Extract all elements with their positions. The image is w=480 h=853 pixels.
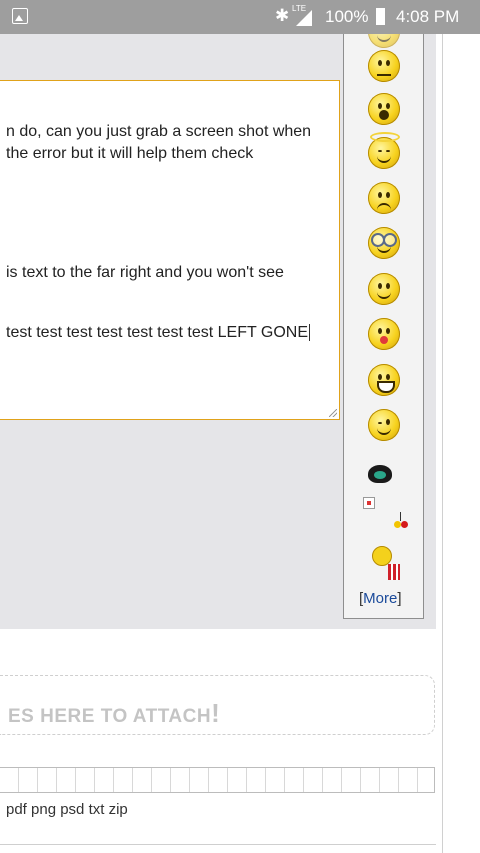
resize-handle[interactable] [329, 409, 337, 417]
dropzone-label: ES HERE TO ATTACH! [8, 698, 220, 729]
dropzone-text: ES HERE TO ATTACH [8, 706, 212, 727]
popcorn-icon[interactable] [372, 546, 402, 580]
message-textarea[interactable]: n do, can you just grab a screen shot wh… [0, 80, 340, 420]
allowed-file-types: pdf png psd txt zip [6, 801, 128, 818]
gallery-notification-icon [12, 8, 28, 24]
kiss-icon[interactable] [368, 318, 400, 350]
grin-icon[interactable] [368, 364, 400, 396]
more-smileys-link[interactable]: [More] [359, 590, 402, 607]
wink-icon[interactable] [368, 409, 400, 441]
text-line: test test test test test test test LEFT … [6, 324, 309, 341]
attachment-dropzone[interactable]: ES HERE TO ATTACH! [0, 675, 435, 735]
bluetooth-icon: ✱ [275, 6, 290, 25]
smile-icon[interactable] [368, 273, 400, 305]
dropzone-accent: ! [211, 698, 221, 728]
signal-icon [296, 10, 312, 26]
page-edge-divider [442, 34, 443, 853]
status-bar: ✱ LTE 100% 4:08 PM [0, 0, 480, 34]
divider [0, 844, 436, 845]
clock: 4:08 PM [396, 7, 460, 26]
cherry-icon[interactable] [394, 512, 408, 528]
more-label: More [363, 590, 398, 607]
text-line-active: test test test test test test test LEFT … [6, 324, 311, 342]
text-caret [309, 324, 311, 342]
battery-percent: 100% [325, 7, 369, 26]
surprised-icon[interactable] [368, 93, 400, 125]
text-line: n do, can you just grab a screen shot wh… [6, 123, 312, 140]
whistle-icon[interactable] [368, 465, 392, 483]
neutral-icon[interactable] [368, 50, 400, 82]
text-line: is text to the far right and you won't s… [6, 264, 284, 281]
partial-smiley-icon[interactable] [368, 34, 400, 48]
sad-icon[interactable] [368, 182, 400, 214]
broken-image-icon[interactable] [363, 497, 375, 509]
smiley-panel: [More] [343, 34, 424, 619]
angel-icon[interactable] [368, 132, 400, 169]
upload-progress-bar [0, 767, 435, 793]
battery-icon [376, 8, 385, 25]
text-line: the error but it will help them check [6, 145, 254, 162]
glasses-icon[interactable] [368, 227, 400, 259]
